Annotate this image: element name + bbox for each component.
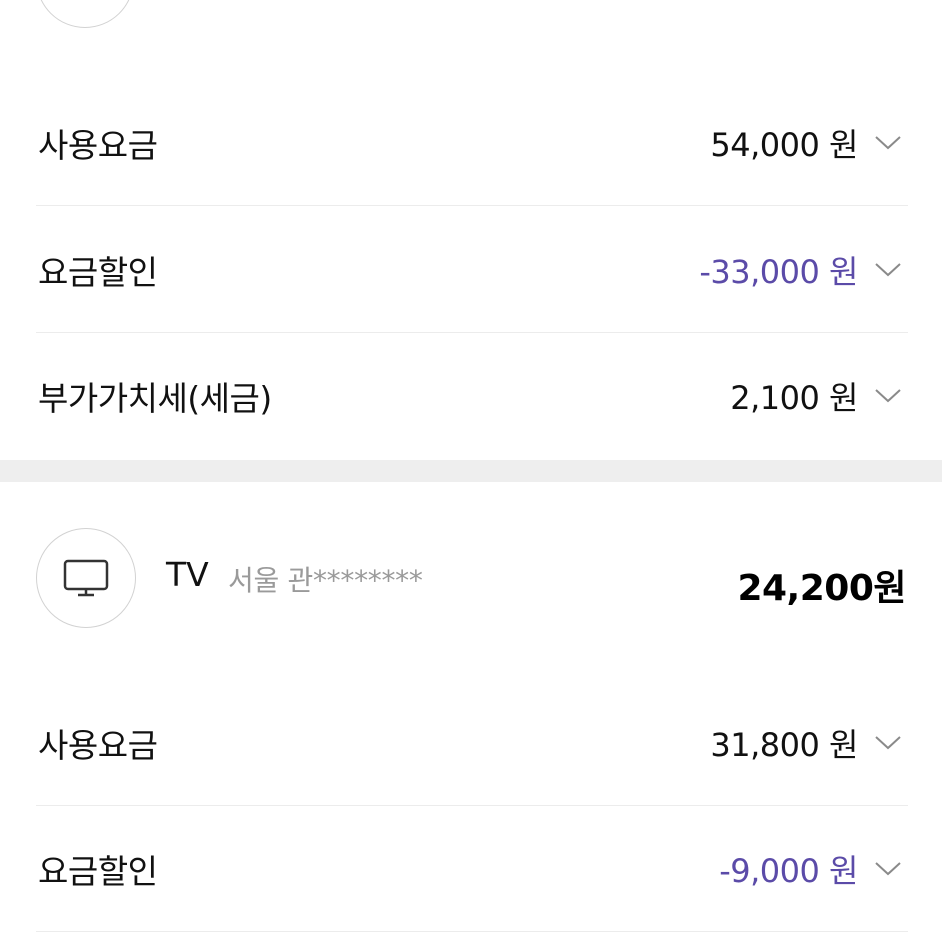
fee-amount: -9,000 원 (719, 851, 858, 890)
service-name: TV (166, 555, 209, 594)
service-icon-circle-top (36, 0, 134, 28)
section-divider (0, 460, 942, 482)
service-address: 서울 관******** (228, 564, 423, 597)
fee-amount: -33,000 원 (699, 252, 858, 291)
chevron-down-icon[interactable] (874, 135, 902, 151)
fee-row-usage[interactable]: 사용요금 31,800 원 (36, 680, 908, 806)
fee-row-discount[interactable]: 요금할인 -33,000 원 (36, 207, 908, 333)
fee-label: 사용요금 (38, 725, 158, 765)
fee-label: 요금할인 (38, 851, 158, 891)
chevron-down-icon[interactable] (874, 262, 902, 278)
fee-amount: 2,100 원 (730, 379, 858, 417)
fee-amount: 54,000 원 (710, 125, 858, 164)
tv-icon (63, 559, 109, 597)
chevron-down-icon[interactable] (874, 861, 902, 877)
chevron-down-icon[interactable] (874, 735, 902, 751)
chevron-down-icon[interactable] (874, 388, 902, 404)
fee-row-vat[interactable]: 부가가치세(세금) 2,100 원 (36, 333, 908, 459)
fee-row-usage[interactable]: 사용요금 54,000 원 (36, 80, 908, 206)
fee-label: 요금할인 (38, 252, 158, 292)
fee-label: 사용요금 (38, 125, 158, 165)
fee-row-discount[interactable]: 요금할인 -9,000 원 (36, 806, 908, 932)
fee-amount: 31,800 원 (710, 725, 858, 764)
service-total: 24,200원 (737, 568, 906, 609)
fee-label: 부가가치세(세금) (38, 379, 272, 418)
tv-icon-circle (36, 528, 136, 628)
